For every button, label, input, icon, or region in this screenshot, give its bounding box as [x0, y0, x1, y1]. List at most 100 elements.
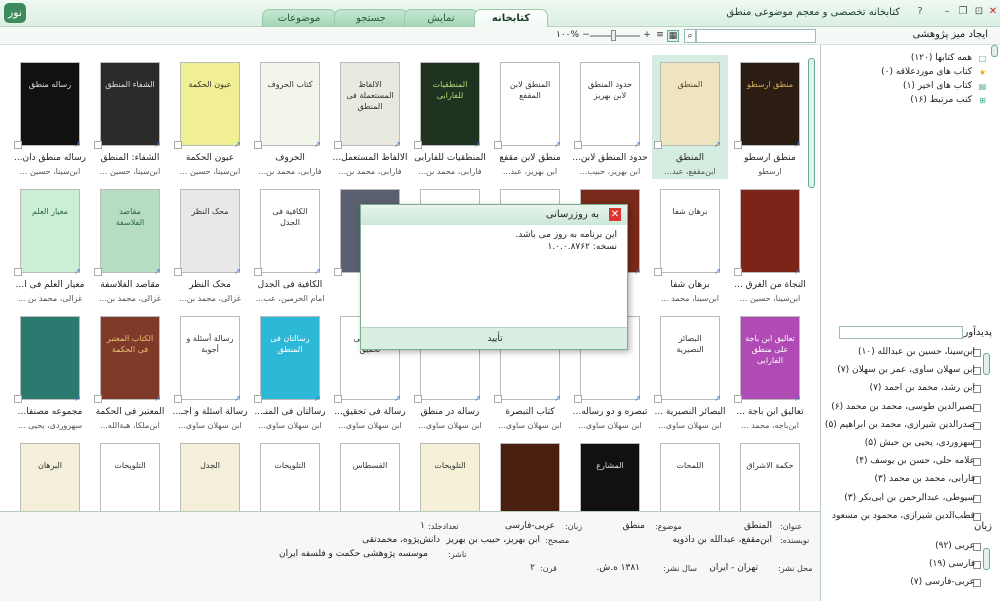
book-select-checkbox[interactable] [14, 268, 22, 276]
book-tile[interactable]: مقاصد الفلاسفة ↗ مقاصد الفلاسفة غزالی، محمد… [92, 182, 168, 306]
open-book-icon[interactable]: ↗ [794, 141, 802, 149]
book-tile[interactable]: ↗ [492, 436, 568, 511]
book-cover[interactable]: التلویحات [100, 443, 160, 511]
book-select-checkbox[interactable] [494, 141, 502, 149]
book-select-checkbox[interactable] [254, 141, 262, 149]
zoom-slider-thumb[interactable] [611, 30, 616, 41]
close-icon[interactable]: ✕ [986, 5, 1000, 19]
book-cover[interactable]: حکمة الاشراق [740, 443, 800, 511]
author-item[interactable]: صدرالدین شیرازی، محمد بن ابراهیم (۵) [825, 420, 975, 430]
book-cover[interactable] [500, 443, 560, 511]
open-book-icon[interactable]: ↗ [394, 395, 402, 403]
open-book-icon[interactable]: ↗ [554, 395, 562, 403]
book-tile[interactable]: الکافیة فی الجدل ↗ الکافیة فی الجدل امام ال… [252, 182, 328, 306]
open-book-icon[interactable]: ↗ [554, 141, 562, 149]
open-book-icon[interactable]: ↗ [314, 395, 322, 403]
open-book-icon[interactable]: ↗ [714, 141, 722, 149]
book-cover[interactable]: المنطق [660, 62, 720, 146]
help-icon[interactable]: ? [913, 5, 927, 19]
book-cover[interactable]: المنطقیات للفارابی [420, 62, 480, 146]
book-tile[interactable]: حکمة الاشراق↗ [732, 436, 808, 511]
book-tile[interactable]: الجدل↗ [172, 436, 248, 511]
book-select-checkbox[interactable] [414, 141, 422, 149]
grid-scrollbar[interactable] [808, 58, 815, 188]
open-book-icon[interactable]: ↗ [154, 141, 162, 149]
book-cover[interactable]: تعالیق ابن باجة علی منطق الفارابی [740, 316, 800, 400]
book-select-checkbox[interactable] [494, 395, 502, 403]
open-book-icon[interactable]: ↗ [234, 141, 242, 149]
open-book-icon[interactable]: ↗ [634, 268, 642, 276]
book-cover[interactable]: رسالتان فی المنطق [260, 316, 320, 400]
book-select-checkbox[interactable] [734, 395, 742, 403]
book-cover[interactable]: منطق ارسطو [740, 62, 800, 146]
book-tile[interactable]: المنطقیات للفارابی ↗ المنطقیات للفارابی فار… [412, 55, 488, 179]
fullscreen-icon[interactable]: ⊡ [972, 5, 986, 19]
author-item[interactable]: سیوطی، عبدالرحمن بن ابی‌بکر (۳) [844, 493, 975, 503]
book-select-checkbox[interactable] [654, 141, 662, 149]
language-item[interactable]: عربی (۹۲) [935, 541, 975, 551]
book-tile[interactable]: اللمحات↗ [652, 436, 728, 511]
open-book-icon[interactable]: ↗ [234, 395, 242, 403]
book-tile[interactable]: رساله منطق ↗ رساله منطق دان... ابن‌سینا، حس… [12, 55, 88, 179]
book-tile[interactable]: تعالیق ابن باجة علی منطق الفارابی ↗ تعالیق… [732, 309, 808, 433]
research-desk-label[interactable]: ایجاد میز پژوهشی [913, 29, 988, 40]
language-item[interactable]: فارسی (۱۹) [929, 559, 975, 569]
category-item[interactable]: کتب مرتبط (۱۶) [910, 95, 972, 105]
book-cover[interactable]: برهان شفا [660, 189, 720, 273]
book-cover[interactable]: مقاصد الفلاسفة [100, 189, 160, 273]
open-book-icon[interactable]: ↗ [74, 395, 82, 403]
book-tile[interactable]: المشارع↗ [572, 436, 648, 511]
category-item[interactable]: همه کتابها (۱۲۰) [911, 53, 972, 63]
book-tile[interactable]: الالفاظ المستعملة فی المنطق ↗ الألفاظ المس… [332, 55, 408, 179]
book-cover[interactable]: الکافیة فی الجدل [260, 189, 320, 273]
open-book-icon[interactable]: ↗ [794, 268, 802, 276]
category-item[interactable]: کتاب های اخیر (۱) [903, 81, 972, 91]
book-cover[interactable]: محک النظر [180, 189, 240, 273]
open-book-icon[interactable]: ↗ [154, 395, 162, 403]
book-cover[interactable]: المشارع [580, 443, 640, 511]
book-cover[interactable]: التلویحات [420, 443, 480, 511]
book-cover[interactable]: المنطق لابن المقفع [500, 62, 560, 146]
open-book-icon[interactable]: ↗ [474, 395, 482, 403]
book-select-checkbox[interactable] [174, 395, 182, 403]
book-cover[interactable]: القسطاس [340, 443, 400, 511]
book-tile[interactable]: حدود المنطق لابن بهریز ↗ حدود المنطق لابن.… [572, 55, 648, 179]
author-item[interactable]: نصیرالدین طوسی، محمد بن محمد (۶) [831, 402, 975, 412]
book-tile[interactable]: ↗ مجموعه مصنفا... سهروردی، یحیی ... [12, 309, 88, 433]
book-tile[interactable]: القسطاس↗ [332, 436, 408, 511]
book-select-checkbox[interactable] [94, 268, 102, 276]
book-tile[interactable]: المنطق لابن المقفع ↗ منطق لابن مقفع ابن بهر… [492, 55, 568, 179]
restore-icon[interactable]: ❐ [956, 5, 970, 19]
open-book-icon[interactable]: ↗ [634, 141, 642, 149]
search-icon[interactable]: ⌕ [684, 29, 696, 43]
author-item[interactable]: علامه حلی، حسن بن یوسف (۴) [856, 456, 975, 466]
book-cover[interactable] [740, 189, 800, 273]
zoom-in-icon[interactable]: + [641, 30, 653, 42]
book-tile[interactable]: التلویحات↗ [92, 436, 168, 511]
book-tile[interactable]: التلویحات↗ [252, 436, 328, 511]
book-tile[interactable]: محک النظر ↗ محک النظر غزالی، محمد بن... [172, 182, 248, 306]
book-select-checkbox[interactable] [574, 395, 582, 403]
book-cover[interactable]: البصائر النصیریة [660, 316, 720, 400]
book-cover[interactable]: التلویحات [260, 443, 320, 511]
list-view-icon[interactable]: ≡ [654, 30, 666, 42]
open-book-icon[interactable]: ↗ [74, 268, 82, 276]
book-tile[interactable]: رسالة أسئلة و أجوبة ↗ رسالة اسئلة و اجـ...… [172, 309, 248, 433]
book-cover[interactable]: الجدل [180, 443, 240, 511]
book-tile[interactable]: ↗ النجاة من الغرق ... ابن‌سینا، حسین ... [732, 182, 808, 306]
dialog-ok-button[interactable]: تأیید [475, 332, 515, 346]
open-book-icon[interactable]: ↗ [794, 395, 802, 403]
book-tile[interactable]: الشفاء المنطق ↗ الشفاء: المنطق ابن‌سینا، حس… [92, 55, 168, 179]
open-book-icon[interactable]: ↗ [154, 268, 162, 276]
book-cover[interactable]: رسالة أسئلة و أجوبة [180, 316, 240, 400]
book-cover[interactable]: البرهان [20, 443, 80, 511]
book-select-checkbox[interactable] [174, 141, 182, 149]
book-cover[interactable]: رساله منطق [20, 62, 80, 146]
book-select-checkbox[interactable] [734, 268, 742, 276]
tab-search[interactable]: جستجو [334, 9, 408, 27]
tab-topics[interactable]: موضوعات [262, 9, 336, 27]
book-select-checkbox[interactable] [14, 141, 22, 149]
book-select-checkbox[interactable] [654, 268, 662, 276]
book-cover[interactable] [20, 316, 80, 400]
book-cover[interactable]: اللمحات [660, 443, 720, 511]
